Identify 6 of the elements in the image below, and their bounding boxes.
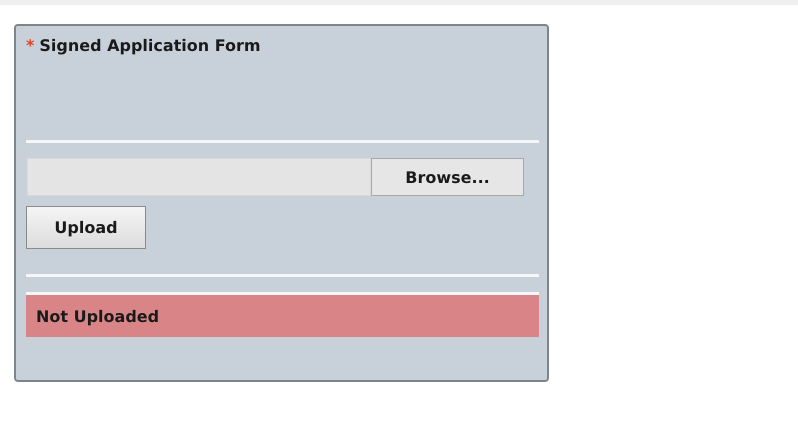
upload-button[interactable]: Upload [26,206,146,249]
file-path-field[interactable] [27,158,371,196]
required-mark: * [26,36,34,55]
form-title: Signed Application Form [39,36,261,55]
upload-status: Not Uploaded [26,295,539,337]
browse-button[interactable]: Browse... [371,158,524,196]
